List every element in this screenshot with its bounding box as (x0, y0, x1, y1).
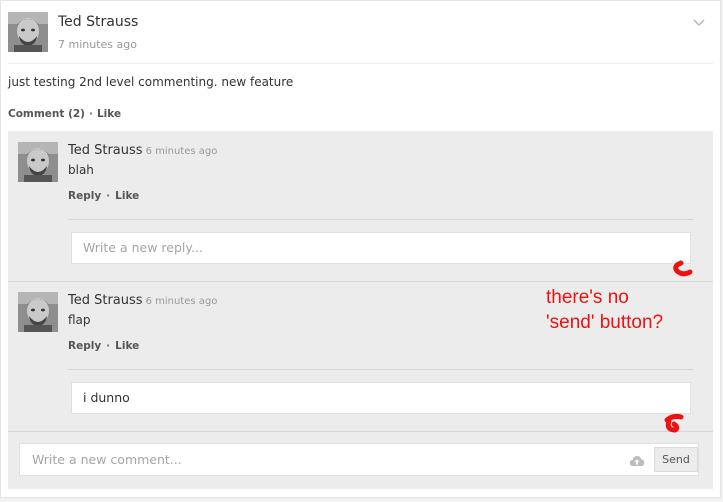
annotation-line: there's no (546, 287, 629, 308)
divider (68, 219, 693, 220)
annotation-note: there's no 'send' button? (546, 285, 663, 335)
like-link[interactable]: Like (115, 190, 139, 202)
divider (8, 431, 713, 432)
annotation-line: 'send' button? (546, 312, 664, 333)
comment-actions: Reply · Like (68, 190, 139, 202)
new-comment-input[interactable]: Write a new comment... Send (19, 443, 699, 476)
comment-author-name[interactable]: Ted Strauss (68, 293, 143, 308)
divider (8, 281, 713, 282)
chevron-down-icon[interactable] (691, 15, 707, 29)
comment-text: flap (68, 313, 91, 327)
reply-link[interactable]: Reply (68, 190, 101, 202)
divider (8, 63, 713, 64)
reply-input[interactable]: i dunno (71, 382, 691, 414)
reply-link[interactable]: Reply (68, 340, 101, 352)
comment-timestamp[interactable]: 6 minutes ago (146, 296, 218, 307)
comment-text: blah (68, 163, 94, 177)
annotation-scribble (673, 260, 693, 277)
divider (68, 369, 693, 370)
comment-author: Ted Strauss 6 minutes ago (68, 293, 217, 308)
comment-author-name[interactable]: Ted Strauss (68, 143, 143, 158)
post-actions: Comment (2) · Like (8, 108, 121, 120)
comment-count-link[interactable]: Comment (2) (8, 108, 85, 120)
avatar[interactable] (18, 292, 58, 332)
avatar[interactable] (18, 142, 58, 182)
avatar[interactable] (8, 12, 48, 52)
comment-timestamp[interactable]: 6 minutes ago (146, 146, 218, 157)
separator-dot: · (106, 190, 111, 202)
comment-author: Ted Strauss 6 minutes ago (68, 143, 217, 158)
post-card: Ted Strauss 7 minutes ago just testing 2… (0, 0, 721, 498)
annotation-scribble (664, 413, 684, 433)
separator-dot: · (88, 108, 93, 120)
post-timestamp[interactable]: 7 minutes ago (58, 38, 137, 51)
post-text: just testing 2nd level commenting. new f… (8, 75, 294, 89)
like-link[interactable]: Like (97, 108, 121, 120)
cloud-upload-icon[interactable] (629, 453, 645, 467)
send-button[interactable]: Send (654, 447, 698, 472)
reply-input[interactable]: Write a new reply... (71, 232, 691, 264)
separator-dot: · (106, 340, 111, 352)
new-comment-placeholder: Write a new comment... (32, 452, 182, 467)
post-author[interactable]: Ted Strauss (58, 14, 138, 30)
comment-actions: Reply · Like (68, 340, 139, 352)
like-link[interactable]: Like (115, 340, 139, 352)
